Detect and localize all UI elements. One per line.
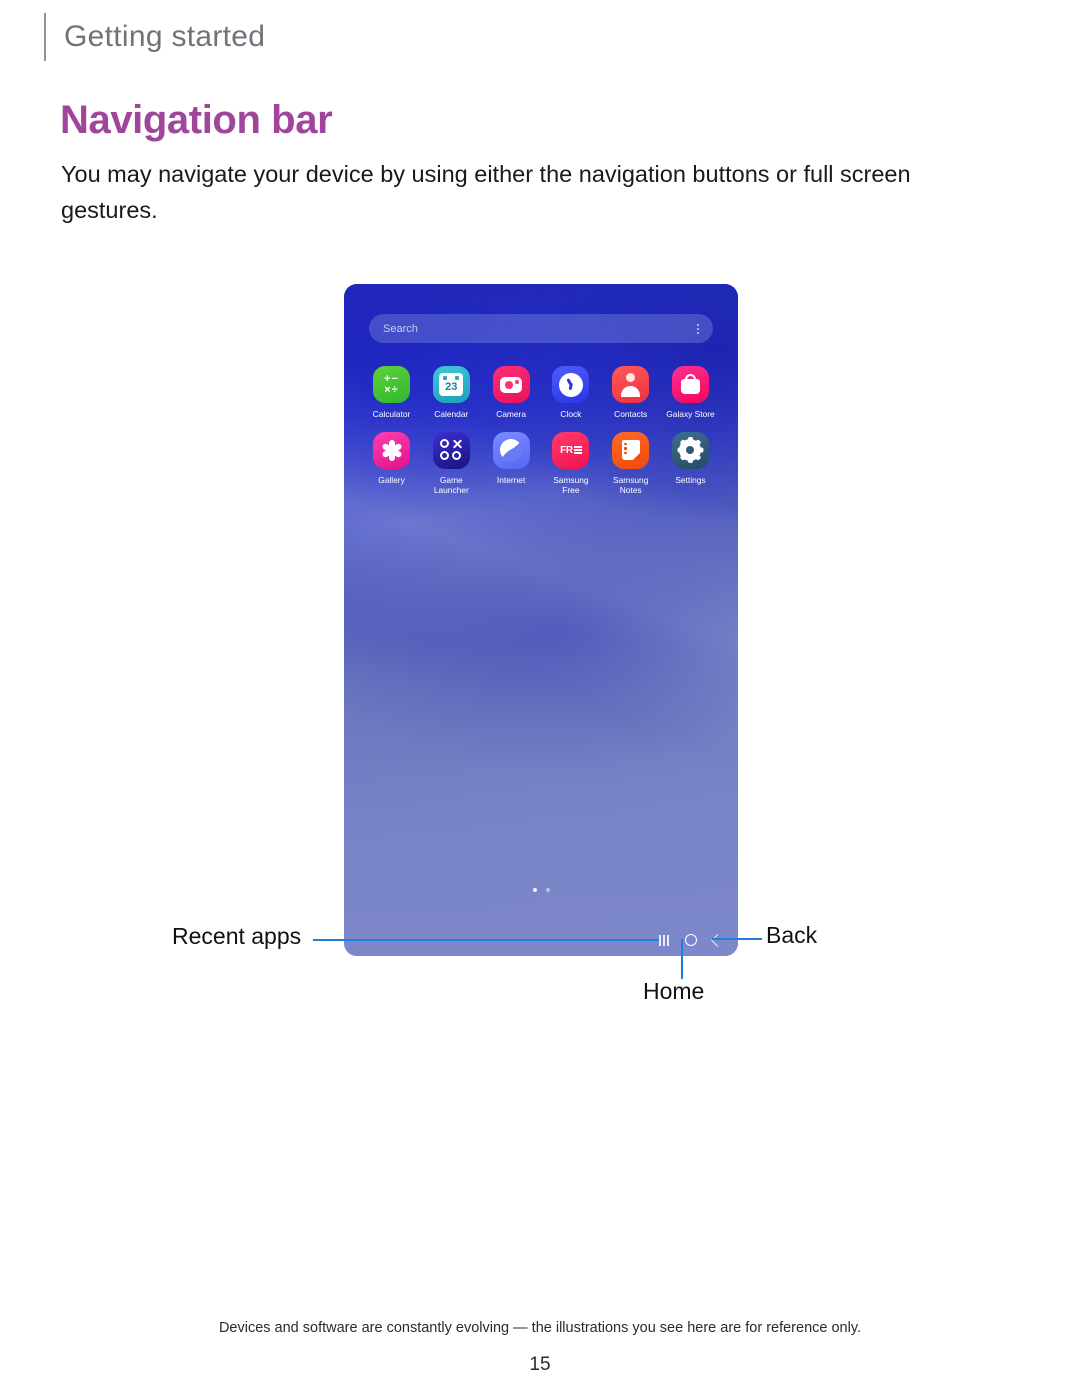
back-chevron-icon[interactable] (711, 933, 724, 947)
app-label: Internet (496, 474, 526, 485)
app-label: Camera (496, 409, 526, 419)
app-label: Calendar (434, 409, 469, 419)
app-item-clock[interactable]: Clock (541, 366, 600, 420)
gallery-icon (373, 431, 410, 469)
samsung-free-icon: FR (552, 431, 590, 469)
kebab-menu-icon[interactable] (697, 323, 699, 334)
callout-line-back (712, 938, 762, 940)
app-label: Contacts (614, 409, 648, 419)
app-label: Calculator (372, 409, 411, 419)
wallpaper-bottom-fade (344, 646, 738, 956)
calendar-day-number: 23 (445, 381, 458, 393)
callout-line-recent-apps (313, 939, 659, 941)
app-grid: +− ×÷ Calculator 23 Calendar Camera Cloc… (362, 366, 720, 496)
section-title: Getting started (64, 20, 266, 53)
game-launcher-icon (432, 431, 470, 469)
app-item-game-launcher[interactable]: Game Launcher (422, 431, 481, 496)
callout-line-home (681, 939, 683, 979)
tablet-illustration: Search +− ×÷ Calculator 23 Calendar Came… (344, 284, 738, 956)
page-number: 15 (529, 1354, 551, 1375)
app-label: Samsung Free (553, 474, 589, 496)
settings-icon (671, 431, 709, 469)
samsung-notes-icon (612, 431, 650, 469)
callout-label-recent-apps: Recent apps (172, 923, 302, 949)
app-label: Clock (560, 409, 582, 419)
callout-label-home: Home (643, 978, 705, 1004)
callout-label-back: Back (766, 922, 818, 948)
page-title: Navigation bar (60, 98, 333, 142)
app-item-internet[interactable]: Internet (482, 431, 541, 496)
recent-apps-icon[interactable] (659, 934, 669, 946)
app-item-samsung-free[interactable]: FR Samsung Free (541, 431, 600, 496)
app-row: +− ×÷ Calculator 23 Calendar Camera Cloc… (362, 366, 720, 420)
contacts-icon (612, 366, 650, 403)
app-item-camera[interactable]: Camera (482, 366, 541, 420)
app-item-samsung-notes[interactable]: Samsung Notes (601, 431, 660, 496)
breadcrumb-rule (44, 13, 46, 61)
home-circle-icon[interactable] (685, 934, 697, 946)
calculator-icon: +− ×÷ (373, 366, 410, 403)
search-input[interactable]: Search (369, 314, 713, 343)
search-placeholder: Search (383, 322, 418, 335)
calendar-icon: 23 (432, 366, 470, 403)
app-item-calendar[interactable]: 23 Calendar (422, 366, 481, 420)
app-label: Galaxy Store (666, 409, 715, 419)
app-item-contacts[interactable]: Contacts (601, 366, 660, 420)
app-row: Gallery Game Launcher Internet FR Samsun… (362, 431, 720, 496)
navigation-bar (659, 933, 724, 947)
app-label: Samsung Notes (612, 474, 649, 496)
app-item-gallery[interactable]: Gallery (362, 431, 421, 496)
page-dot (545, 888, 550, 892)
clock-icon (552, 366, 590, 403)
app-label: Gallery (378, 474, 405, 485)
page-indicator (344, 888, 738, 892)
app-item-calculator[interactable]: +− ×÷ Calculator (362, 366, 421, 420)
app-item-galaxy-store[interactable]: Galaxy Store (661, 366, 720, 420)
intro-paragraph: You may navigate your device by using ei… (61, 161, 911, 223)
page-dot-active (532, 888, 537, 892)
internet-icon (492, 431, 530, 469)
galaxy-store-icon (671, 366, 709, 403)
app-item-settings[interactable]: Settings (661, 431, 720, 496)
app-label: Settings (675, 474, 706, 485)
breadcrumb: Getting started (44, 12, 265, 62)
camera-icon (492, 366, 530, 403)
app-label: Game Launcher (433, 474, 469, 496)
footer-disclaimer: Devices and software are constantly evol… (218, 1320, 862, 1336)
